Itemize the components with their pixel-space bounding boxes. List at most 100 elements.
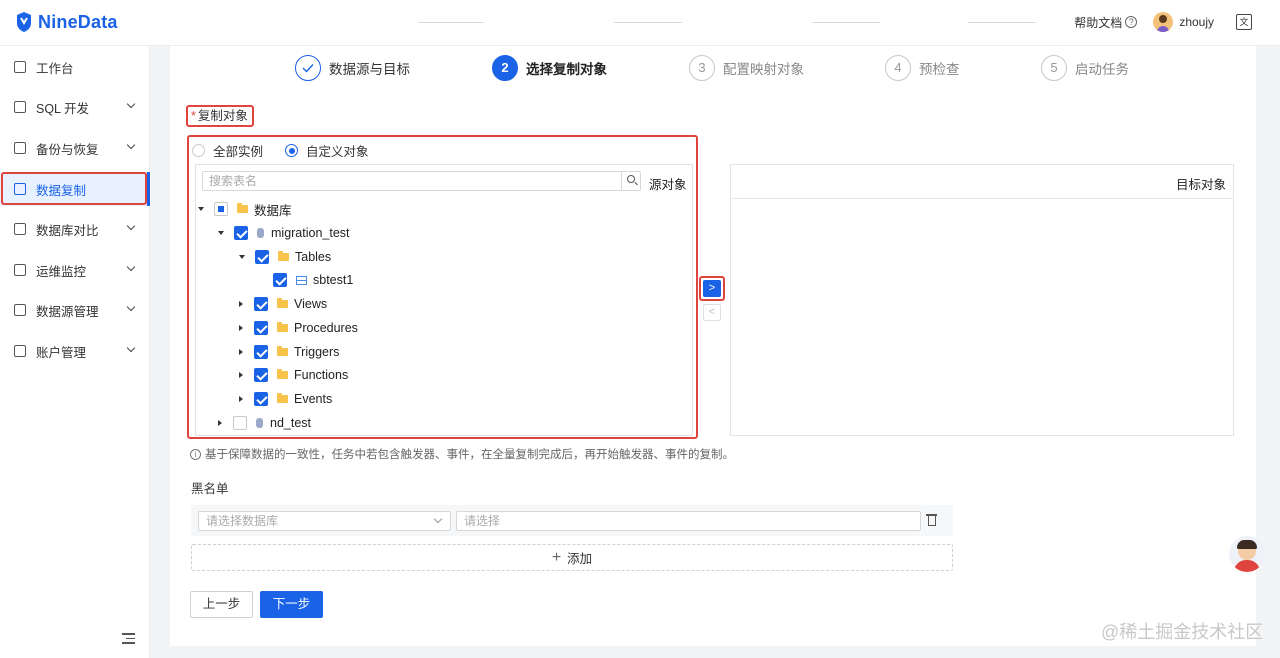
caret-down-icon[interactable] xyxy=(218,231,224,235)
tree-node-procedures[interactable]: Procedures xyxy=(237,318,358,338)
blacklist-object-select[interactable]: 请选择 xyxy=(456,511,921,531)
sidebar-item-account[interactable]: 账户管理 xyxy=(0,334,150,368)
folder-icon xyxy=(277,322,288,332)
avatar[interactable] xyxy=(1153,12,1174,32)
tree-node-label: Functions xyxy=(294,368,349,382)
checkbox[interactable] xyxy=(254,297,268,311)
caret-right-icon[interactable] xyxy=(239,349,243,355)
caret-down-icon[interactable] xyxy=(239,255,245,259)
chevron-down-icon xyxy=(126,140,136,150)
plus-icon: + xyxy=(551,548,562,566)
search-input[interactable] xyxy=(203,172,623,190)
sidebar-item-label: 备份与恢复 xyxy=(36,142,99,157)
sidebar-item-db-compare[interactable]: 数据库对比 xyxy=(0,212,150,246)
ninedata-logo-icon xyxy=(17,12,31,32)
question-circle-icon: ? xyxy=(1125,16,1138,28)
move-left-button[interactable]: < xyxy=(703,304,721,321)
account-icon xyxy=(14,345,26,357)
step-label: 配置映射对象 xyxy=(723,62,804,77)
search-field[interactable] xyxy=(202,171,641,191)
folder-icon xyxy=(278,251,289,261)
add-blacklist-button[interactable]: + 添加 xyxy=(191,544,953,571)
tree-node-tables[interactable]: Tables xyxy=(239,247,331,267)
tree-node-databases[interactable]: 数据库 xyxy=(198,199,292,219)
caret-right-icon[interactable] xyxy=(239,396,243,402)
tree-node-label: Views xyxy=(294,297,328,311)
monitor-icon xyxy=(14,101,26,113)
step-1: 数据源与目标 xyxy=(295,55,410,81)
logo[interactable]: NineData xyxy=(14,11,118,33)
sidebar-item-sql-dev[interactable]: SQL 开发 xyxy=(0,90,150,124)
sidebar-item-backup[interactable]: 备份与恢复 xyxy=(0,131,150,165)
tree-node-nd-test[interactable]: nd_test xyxy=(216,413,311,433)
logo-text: NineData xyxy=(38,11,118,32)
sidebar-item-label: 数据源管理 xyxy=(36,304,99,319)
step-number: 3 xyxy=(689,55,715,81)
caret-right-icon[interactable] xyxy=(218,420,222,426)
search-icon[interactable] xyxy=(621,172,640,190)
checkbox[interactable] xyxy=(233,416,247,430)
database-icon xyxy=(256,418,263,428)
radio-circle[interactable] xyxy=(285,144,298,157)
tree-node-triggers[interactable]: Triggers xyxy=(237,342,339,362)
checkbox[interactable] xyxy=(254,368,268,382)
blacklist-db-select[interactable]: 请选择数据库 xyxy=(198,511,451,531)
customer-support-icon[interactable] xyxy=(1229,536,1265,572)
caret-down-icon[interactable] xyxy=(198,207,204,211)
sidebar-item-workbench[interactable]: 工作台 xyxy=(0,50,150,84)
help-docs-label: 帮助文档 xyxy=(1074,15,1123,30)
step-label: 选择复制对象 xyxy=(526,62,607,77)
tree-node-functions[interactable]: Functions xyxy=(237,365,348,385)
tree-node-sbtest1[interactable]: sbtest1 xyxy=(256,270,353,290)
watermark: @稀土掘金技术社区 xyxy=(1101,622,1264,642)
caret-right-icon[interactable] xyxy=(239,325,243,331)
alarm-icon xyxy=(14,264,26,276)
prev-step-button[interactable]: 上一步 xyxy=(190,591,253,618)
checkbox[interactable] xyxy=(255,250,269,264)
sidebar-item-ops-monitor[interactable]: 运维监控 xyxy=(0,253,150,287)
tree-node-migration-test[interactable]: migration_test xyxy=(218,223,350,243)
tree-node-label: Events xyxy=(294,392,333,406)
caret-right-icon[interactable] xyxy=(239,372,243,378)
source-title: 源对象 xyxy=(649,178,687,192)
tree-node-label: 数据库 xyxy=(254,203,292,218)
user-name[interactable]: zhoujy xyxy=(1179,15,1214,29)
radio-custom-objects[interactable]: 自定义对象 xyxy=(285,141,369,160)
translate-icon[interactable]: 文 xyxy=(1236,14,1252,30)
checkbox[interactable] xyxy=(254,321,268,335)
tree-node-views[interactable]: Views xyxy=(237,294,327,314)
required-star: * xyxy=(191,109,196,123)
step-number: 5 xyxy=(1041,55,1067,81)
folder-icon xyxy=(277,369,288,379)
folder-icon xyxy=(237,203,248,213)
move-right-button[interactable]: > xyxy=(703,280,721,297)
tree-node-label: migration_test xyxy=(271,226,350,240)
sidebar-item-label: 数据库对比 xyxy=(36,223,99,238)
next-step-button[interactable]: 下一步 xyxy=(260,591,323,618)
checkbox[interactable] xyxy=(273,273,287,287)
checkbox[interactable] xyxy=(234,226,248,240)
target-panel-header xyxy=(731,165,1233,199)
collapse-menu-icon[interactable] xyxy=(122,633,135,644)
tree-node-events[interactable]: Events xyxy=(237,389,332,409)
step-label: 启动任务 xyxy=(1075,62,1129,77)
chevron-down-icon xyxy=(126,221,136,231)
sidebar-item-datasource[interactable]: 数据源管理 xyxy=(0,293,150,327)
annotation-highlight xyxy=(1,172,147,205)
radio-circle[interactable] xyxy=(192,144,205,157)
tree-node-label: nd_test xyxy=(270,416,312,430)
delete-icon[interactable] xyxy=(926,514,937,527)
checkbox[interactable] xyxy=(214,202,228,216)
step-number: 2 xyxy=(492,55,518,81)
radio-all-instances[interactable]: 全部实例 xyxy=(192,141,263,160)
tree-node-label: Tables xyxy=(295,250,332,264)
caret-right-icon[interactable] xyxy=(239,301,243,307)
checkbox[interactable] xyxy=(254,345,268,359)
checkbox[interactable] xyxy=(254,392,268,406)
add-label: 添加 xyxy=(567,552,593,566)
datasource-icon xyxy=(14,304,26,316)
step-connector xyxy=(418,22,484,23)
help-docs-link[interactable]: 帮助文档 ? xyxy=(1074,14,1138,31)
hint-text: 基于保障数据的一致性，任务中若包含触发器、事件，在全量复制完成后，再开始触发器、… xyxy=(205,449,734,461)
chevron-down-icon xyxy=(126,99,136,109)
